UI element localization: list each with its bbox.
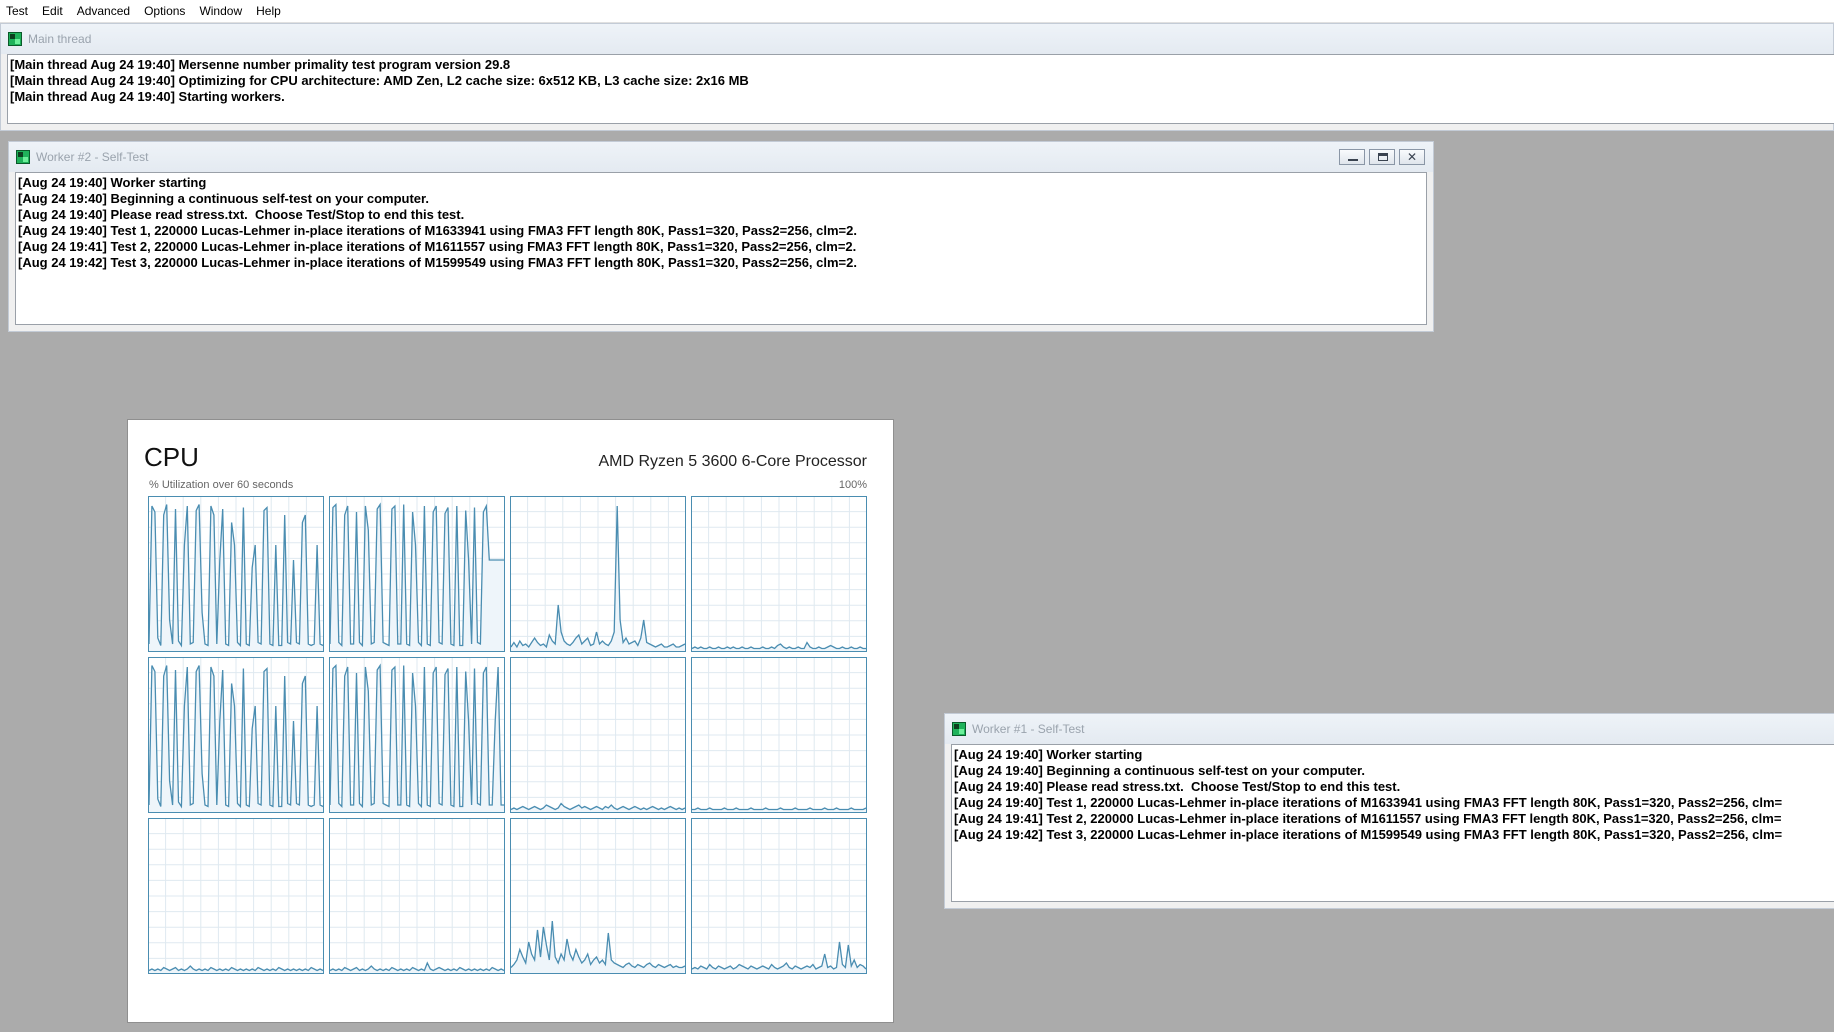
core-graph-11	[691, 818, 867, 974]
worker2-titlebar[interactable]: Worker #2 - Self-Test ✕	[9, 142, 1433, 172]
log-line: [Aug 24 19:41] Test 2, 220000 Lucas-Lehm…	[18, 239, 857, 254]
main-thread-titlebar[interactable]: Main thread	[1, 24, 1833, 54]
worker1-window: Worker #1 - Self-Test [Aug 24 19:40] Wor…	[944, 713, 1834, 909]
menubar: Test Edit Advanced Options Window Help	[0, 0, 1834, 23]
core-graph-svg	[510, 496, 686, 652]
utilization-line	[692, 807, 867, 811]
core-graph-9	[329, 818, 505, 974]
main-thread-window: Main thread [Main thread Aug 24 19:40] M…	[0, 23, 1834, 131]
log-line: [Aug 24 19:40] Worker starting	[18, 175, 207, 190]
prime95-app-icon	[8, 32, 22, 46]
log-line: [Aug 24 19:40] Please read stress.txt. C…	[954, 779, 1401, 794]
core-graph-8	[148, 818, 324, 974]
log-line: [Aug 24 19:40] Test 1, 220000 Lucas-Lehm…	[954, 795, 1783, 810]
worker2-window: Worker #2 - Self-Test ✕ [Aug 24 19:40] W…	[8, 141, 1434, 332]
prime95-app-icon	[16, 150, 30, 164]
menu-options[interactable]: Options	[138, 4, 193, 18]
main-thread-title: Main thread	[28, 32, 92, 46]
core-graph-svg	[329, 496, 505, 652]
processor-name: AMD Ryzen 5 3600 6-Core Processor	[598, 453, 867, 470]
worker2-log[interactable]: [Aug 24 19:40] Worker starting [Aug 24 1…	[15, 172, 1427, 325]
utilization-max-label: 100%	[838, 479, 867, 491]
core-graph-svg	[148, 818, 324, 974]
core-graph-svg	[329, 818, 505, 974]
menu-edit[interactable]: Edit	[36, 4, 71, 18]
log-line: [Aug 24 19:40] Please read stress.txt. C…	[18, 207, 465, 222]
prime95-app-icon	[952, 722, 966, 736]
core-graph-svg	[510, 818, 686, 974]
core-graph-10	[510, 818, 686, 974]
log-line: [Aug 24 19:40] Beginning a continuous se…	[954, 763, 1365, 778]
log-line: [Aug 24 19:40] Test 1, 220000 Lucas-Lehm…	[18, 223, 857, 238]
core-graph-2	[510, 496, 686, 652]
core-graph-svg	[510, 657, 686, 813]
close-icon: ✕	[1407, 150, 1418, 164]
core-graph-svg	[329, 657, 505, 813]
core-graph-svg	[691, 496, 867, 652]
log-line: [Main thread Aug 24 19:40] Mersenne numb…	[10, 57, 511, 72]
maximize-button[interactable]	[1369, 149, 1395, 165]
core-graph-6	[510, 657, 686, 813]
core-graph-7	[691, 657, 867, 813]
maximize-icon	[1378, 153, 1388, 161]
core-graph-5	[329, 657, 505, 813]
menu-advanced[interactable]: Advanced	[71, 4, 138, 18]
cpu-heading: CPU	[144, 442, 199, 472]
worker2-title: Worker #2 - Self-Test	[36, 150, 149, 164]
menu-window[interactable]: Window	[193, 4, 250, 18]
utilization-caption: % Utilization over 60 seconds	[149, 479, 294, 491]
log-line: [Main thread Aug 24 19:40] Starting work…	[10, 89, 285, 104]
worker1-title: Worker #1 - Self-Test	[972, 722, 1085, 736]
core-graph-svg	[148, 657, 324, 813]
log-line: [Aug 24 19:42] Test 3, 220000 Lucas-Lehm…	[18, 255, 857, 270]
core-graph-3	[691, 496, 867, 652]
core-graph-svg	[691, 818, 867, 974]
core-graph-4	[148, 657, 324, 813]
main-thread-log[interactable]: [Main thread Aug 24 19:40] Mersenne numb…	[7, 54, 1834, 124]
log-line: [Main thread Aug 24 19:40] Optimizing fo…	[10, 73, 749, 88]
menu-help[interactable]: Help	[250, 4, 289, 18]
core-graph-1	[329, 496, 505, 652]
core-graph-0	[148, 496, 324, 652]
menu-test[interactable]: Test	[0, 4, 36, 18]
minimize-button[interactable]	[1339, 149, 1365, 165]
close-button[interactable]: ✕	[1399, 149, 1425, 165]
log-line: [Aug 24 19:40] Beginning a continuous se…	[18, 191, 429, 206]
log-line: [Aug 24 19:40] Worker starting	[954, 747, 1143, 762]
worker2-window-controls: ✕	[1339, 149, 1425, 165]
worker1-log[interactable]: [Aug 24 19:40] Worker starting [Aug 24 1…	[951, 744, 1834, 902]
worker1-titlebar[interactable]: Worker #1 - Self-Test	[945, 714, 1834, 744]
task-manager-cpu-panel: CPU AMD Ryzen 5 3600 6-Core Processor % …	[127, 419, 894, 1023]
core-graph-svg	[691, 657, 867, 813]
log-line: [Aug 24 19:41] Test 2, 220000 Lucas-Lehm…	[954, 811, 1782, 826]
minimize-icon	[1348, 159, 1358, 161]
core-graph-svg	[148, 496, 324, 652]
log-line: [Aug 24 19:42] Test 3, 220000 Lucas-Lehm…	[954, 827, 1783, 842]
